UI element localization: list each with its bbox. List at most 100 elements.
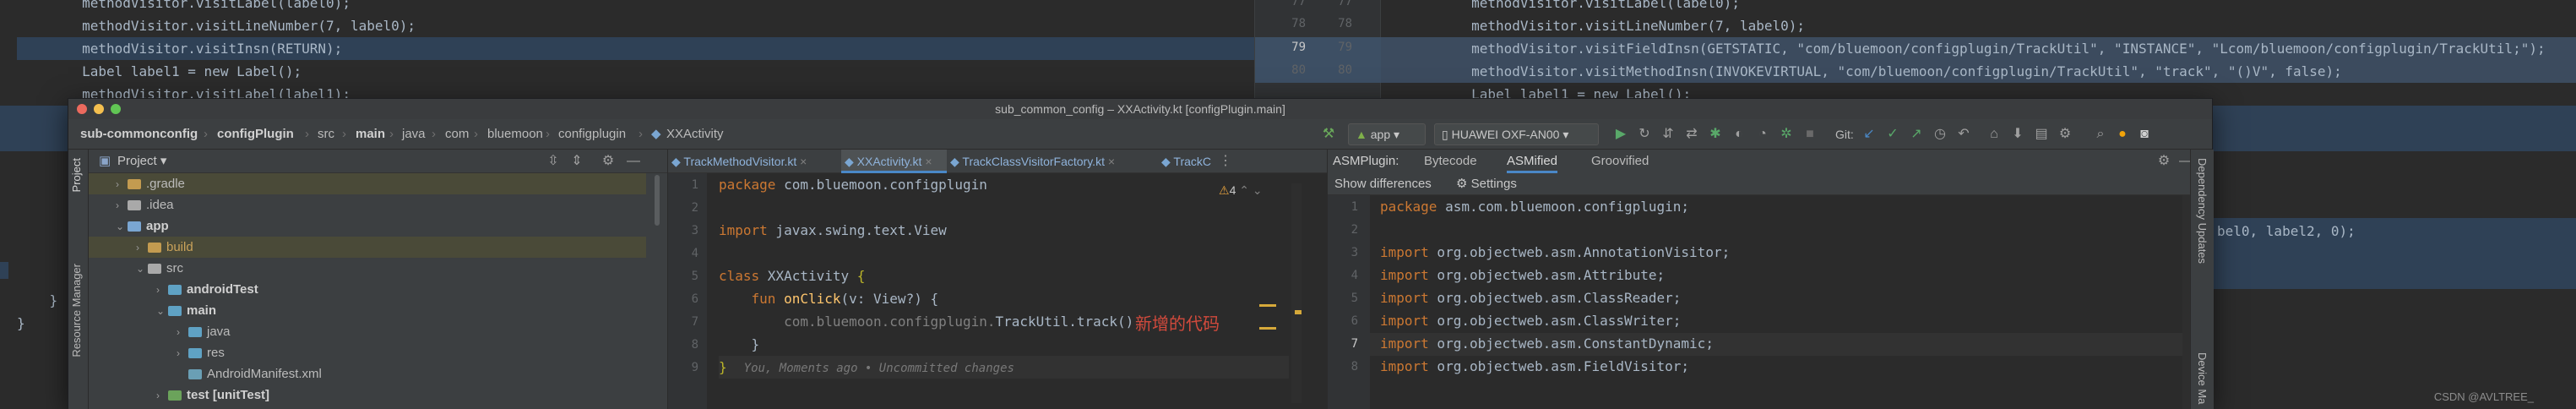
chevron-right-icon[interactable]: › (177, 343, 188, 364)
breadcrumb-java[interactable]: java (402, 119, 426, 150)
chevron-right-icon[interactable]: › (116, 195, 128, 216)
coverage-icon[interactable]: ◐ (1731, 126, 1747, 143)
tree-item[interactable]: › .gradle (89, 173, 646, 194)
breadcrumb-com[interactable]: com (445, 119, 469, 150)
git-push-icon[interactable]: ↗ (1908, 126, 1925, 143)
tab-xxactivity[interactable]: ◆ XXActivity.kt × (841, 150, 947, 173)
chevron-right-icon[interactable]: › (136, 237, 148, 259)
tool-tab-dependency-updates[interactable]: Dependency Updates (2196, 158, 2209, 264)
chevron-right-icon[interactable]: › (116, 174, 128, 195)
asm-code-line[interactable]: import org.objectweb.asm.Attribute; (1380, 264, 1665, 286)
asm-plugin-panel: ASMPlugin: Bytecode ASMified Groovified … (1327, 150, 2214, 409)
breadcrumb-module[interactable]: configPlugin (217, 119, 294, 150)
tab-bytecode[interactable]: Bytecode (1424, 150, 1477, 173)
code-line[interactable]: } (719, 333, 760, 356)
gear-icon[interactable]: ⚙ (2155, 153, 2172, 170)
collapse-all-icon[interactable]: ⇕ (568, 153, 585, 170)
breadcrumb-project[interactable]: sub-commonconfig (80, 119, 198, 150)
run-icon[interactable]: ▶ (1612, 126, 1629, 143)
apply-code-icon[interactable]: ⇄ (1683, 126, 1700, 143)
breadcrumb-configplugin[interactable]: configplugin (558, 119, 626, 150)
breadcrumb-bluemoon[interactable]: bluemoon (487, 119, 543, 150)
stop-icon[interactable]: ■ (1802, 126, 1818, 143)
git-label: Git: (1835, 128, 1854, 141)
asm-code-line[interactable]: import org.objectweb.asm.AnnotationVisit… (1380, 241, 1730, 264)
debug-icon[interactable]: ✱ (1707, 126, 1724, 143)
tab-list-icon[interactable]: ⋮ (1217, 153, 1234, 170)
asm-code-line[interactable]: import org.objectweb.asm.FieldVisitor; (1380, 355, 1689, 378)
run-config-select[interactable]: ▲ app ▾ (1348, 123, 1426, 145)
asm-code-line[interactable]: import org.objectweb.asm.ConstantDynamic… (1380, 332, 1714, 355)
bg-left-line: } (17, 292, 58, 308)
bg-right-line: methodVisitor.visitLineNumber(7, label0)… (1406, 18, 1806, 34)
expand-all-icon[interactable]: ⇳ (545, 153, 562, 170)
tool-tab-project[interactable]: Project (70, 158, 83, 192)
code-line[interactable]: package com.bluemoon.configplugin (719, 173, 987, 196)
warning-indicator[interactable]: ⚠4 ⌃ ⌄ (1219, 183, 1263, 198)
git-rollback-icon[interactable]: ↶ (1955, 126, 1972, 143)
git-commit-icon[interactable]: ✓ (1884, 126, 1901, 143)
asm-code-line[interactable]: package asm.com.bluemoon.configplugin; (1380, 195, 1689, 218)
breadcrumb-main[interactable]: main (356, 119, 385, 150)
tree-item[interactable]: ⌄ src (89, 258, 646, 279)
tree-item[interactable]: › build (89, 237, 646, 258)
profile-icon[interactable]: ◔ (1754, 126, 1771, 143)
search-icon[interactable]: ⌕ (2092, 126, 2109, 143)
editor-scrollbar[interactable] (1291, 183, 1302, 403)
close-window-button[interactable] (77, 104, 87, 114)
chevron-down-icon[interactable]: ⌄ (136, 259, 148, 280)
zoom-window-button[interactable] (111, 104, 121, 114)
tree-item[interactable]: AndroidManifest.xml (89, 363, 646, 384)
code-line[interactable]: class XXActivity { (719, 264, 865, 287)
show-differences-button[interactable]: Show differences (1334, 173, 1432, 195)
tab-trackclassvisitorfactory[interactable]: ◆ TrackClassVisitorFactory.kt × (947, 150, 1158, 173)
account-icon[interactable]: ◙ (2136, 126, 2153, 143)
tree-item[interactable]: › androidTest (89, 279, 646, 300)
chevron-right-icon[interactable]: › (156, 280, 168, 301)
update-icon[interactable]: ● (2114, 126, 2131, 143)
sdk-manager-icon[interactable]: ⬇ (2009, 126, 2026, 143)
chevron-right-icon[interactable]: › (177, 322, 188, 343)
device-manager-icon[interactable]: ▤ (2033, 126, 2050, 143)
chevron-right-icon[interactable]: › (156, 385, 168, 406)
tree-item[interactable]: › .idea (89, 194, 646, 215)
tree-item[interactable]: › res (89, 342, 646, 363)
tab-trackc[interactable]: ◆ TrackC (1158, 150, 1217, 173)
code-line[interactable]: } You, Moments ago • Uncommitted changes (719, 356, 1289, 379)
hammer-icon[interactable]: ⚒ (1320, 126, 1337, 143)
hide-panel-icon[interactable]: — (625, 153, 642, 170)
tab-groovified[interactable]: Groovified (1591, 150, 1649, 173)
tree-item[interactable]: ⌄ app (89, 215, 646, 237)
git-history-icon[interactable]: ◷ (1932, 126, 1948, 143)
tab-trackmethodvisitor[interactable]: ◆ TrackMethodVisitor.kt × (668, 150, 841, 173)
tree-scrollbar[interactable] (655, 175, 660, 226)
asm-code-line[interactable]: import org.objectweb.asm.ClassWriter; (1380, 309, 1681, 332)
breadcrumb-src[interactable]: src (318, 119, 334, 150)
attach-debugger-icon[interactable]: ✲ (1778, 126, 1795, 143)
chevron-down-icon[interactable]: ⌄ (156, 301, 168, 322)
folder-icon (128, 200, 141, 211)
minimize-window-button[interactable] (94, 104, 104, 114)
breadcrumb-file[interactable]: XXActivity (666, 119, 724, 150)
apply-changes-icon[interactable]: ⇵ (1660, 126, 1677, 143)
device-select[interactable]: ▯ HUAWEI OXF-AN00 ▾ (1434, 123, 1599, 145)
tab-asmified[interactable]: ASMified (1507, 150, 1558, 173)
tree-item[interactable]: › java (89, 321, 646, 342)
project-view-icon: ▣ (99, 154, 111, 168)
tree-item[interactable]: ⌄ main (89, 300, 646, 321)
rerun-icon[interactable]: ↻ (1636, 126, 1653, 143)
gear-icon[interactable]: ⚙ (600, 153, 617, 170)
git-update-icon[interactable]: ↙ (1861, 126, 1878, 143)
project-view-select[interactable]: Project ▾ (117, 150, 166, 173)
tree-item[interactable]: › test [unitTest] (89, 384, 646, 406)
chevron-down-icon[interactable]: ⌄ (116, 216, 128, 237)
code-line[interactable]: import javax.swing.text.View (719, 219, 947, 242)
settings-button[interactable]: ⚙ Settings (1456, 173, 1517, 195)
asm-code-line[interactable]: import org.objectweb.asm.ClassReader; (1380, 286, 1681, 309)
avd-manager-icon[interactable]: ⌂ (1986, 126, 2003, 143)
tool-tab-device-manager[interactable]: Device Ma (2196, 352, 2209, 404)
layout-inspector-icon[interactable]: ⚙ (2057, 126, 2073, 143)
code-line[interactable]: com.bluemoon.configplugin.TrackUtil.trac… (719, 310, 1133, 333)
tool-tab-resource-manager[interactable]: Resource Manager (70, 264, 83, 357)
code-line[interactable]: fun onClick(v: View?) { (719, 287, 939, 310)
